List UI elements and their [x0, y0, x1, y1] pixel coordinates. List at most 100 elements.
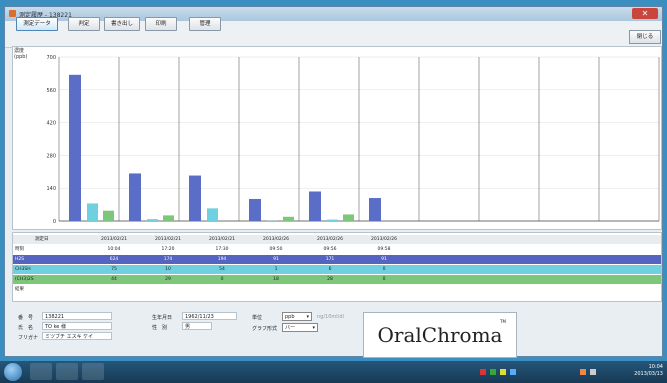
table-cell: 10:04	[107, 247, 121, 252]
table-cell: 54	[219, 267, 225, 272]
table-row[interactable]: (CH3)2S 44 29 0 18 28 0	[13, 275, 661, 284]
tab-export[interactable]: 書き出し	[104, 17, 140, 31]
bar-chart: 0 140 280 420 560 700	[46, 55, 660, 225]
graph-type-select[interactable]: バー ▾	[282, 323, 318, 332]
graph-type-label: グラフ形式	[252, 326, 278, 332]
table-row[interactable]: CH3SH 75 10 54 1 6 0	[13, 265, 661, 274]
kana-field[interactable]: ミツブチ エスキ ケイ	[42, 332, 112, 340]
table-cell: 91	[273, 257, 279, 262]
table-header-label: 測定日	[35, 237, 49, 242]
table-cell	[89, 285, 139, 294]
logo-text: OralChroma	[377, 323, 503, 347]
taskbar-clock[interactable]: 10:04 2013/03/13	[634, 364, 663, 378]
birth-field[interactable]: 1962/11/23	[182, 312, 237, 320]
table-cell: 0	[220, 277, 224, 282]
table-row-label: 結果	[15, 287, 24, 292]
tray-icon[interactable]	[500, 369, 506, 375]
chevron-down-icon: ▾	[306, 314, 309, 320]
name-field[interactable]: TO ke 様	[42, 322, 112, 330]
taskbar-folder-icon[interactable]	[82, 363, 104, 380]
table-date-cell[interactable]: 2013/02/21	[143, 235, 193, 244]
bar	[69, 74, 81, 221]
table-cell: 6	[328, 267, 332, 272]
app-icon	[9, 10, 16, 17]
table-row-label: H2S	[15, 257, 25, 262]
tab-judgment[interactable]: 判定	[68, 17, 100, 31]
table-cell	[251, 285, 301, 294]
patient-info: 番 号 138221 氏 名 TO ke 様 フリガナ ミツブチ エスキ ケイ …	[12, 308, 660, 356]
unit-alt-label: ng/10ml/dl	[317, 314, 344, 320]
name-label: 氏 名	[18, 325, 34, 331]
table-cell: 09:56	[323, 247, 337, 252]
tray-icon[interactable]	[580, 369, 586, 375]
table-date-cell[interactable]: 2013/02/21	[89, 235, 139, 244]
table-row-label: (CH3)2S	[15, 277, 34, 282]
chart-panel: 0 140 280 420 560 700	[12, 46, 662, 230]
table-date-cell[interactable]: 2013/02/26	[305, 235, 355, 244]
table-cell: 624	[109, 257, 119, 262]
table-cell: 1	[274, 267, 278, 272]
table-date-cell[interactable]: 2013/02/21	[197, 235, 247, 244]
graph-type-value: バー	[285, 325, 296, 331]
table-cell: 0	[382, 277, 386, 282]
table-row[interactable]: 結果	[13, 285, 661, 294]
tray-icon[interactable]	[510, 369, 516, 375]
bar	[103, 210, 114, 221]
measurement-table: 測定日 2013/02/21 2013/02/21 2013/02/21 2013/0…	[12, 232, 662, 302]
unit-select[interactable]: ppb ▾	[282, 312, 312, 321]
tab-print[interactable]: 印刷	[145, 17, 177, 31]
bar	[369, 198, 381, 221]
table-row[interactable]: 時刻 10:04 17:20 17:30 09:50 09:56 09:58	[13, 245, 661, 254]
sex-field[interactable]: 男	[182, 322, 212, 330]
table-cell: 10	[165, 267, 171, 272]
table-cell: 174	[163, 257, 173, 262]
close-button[interactable]: 閉じる	[629, 30, 661, 44]
y-tick-label: 140	[46, 186, 56, 192]
bar	[163, 215, 174, 221]
table-row[interactable]: H2S 624 174 194 91 171 91	[13, 255, 661, 264]
table-date-cell[interactable]: 2013/02/26	[251, 235, 301, 244]
y-tick-label: 0	[53, 219, 56, 225]
tab-measurement-data[interactable]: 測定データ	[16, 17, 58, 31]
table-cell: 17:20	[161, 247, 175, 252]
table-header-row: 測定日 2013/02/21 2013/02/21 2013/02/21 2013/0…	[13, 235, 661, 244]
table-cell	[143, 285, 193, 294]
table-row-label: CH3SH	[15, 267, 31, 272]
table-cell: 18	[273, 277, 279, 282]
table-cell: 09:50	[269, 247, 283, 252]
tab-manage[interactable]: 管理	[189, 17, 221, 31]
table-cell: 75	[111, 267, 117, 272]
bar	[189, 175, 201, 221]
bar	[129, 173, 141, 221]
start-button[interactable]	[4, 363, 22, 381]
taskbar-app-icon[interactable]	[30, 363, 52, 380]
trademark-mark: TM	[500, 319, 506, 324]
bar	[283, 216, 294, 221]
table-cell: 91	[381, 257, 387, 262]
y-tick-label: 700	[46, 55, 56, 61]
bar	[87, 203, 98, 221]
id-field[interactable]: 138221	[42, 312, 112, 320]
unit-label: 単位	[252, 315, 263, 321]
tray-icon[interactable]	[480, 369, 486, 375]
table-cell	[197, 285, 247, 294]
table-cell: 29	[165, 277, 171, 282]
unit-value: ppb	[285, 314, 295, 320]
bar	[327, 219, 338, 221]
window-close-button[interactable]: ✕	[632, 8, 658, 19]
tray-icon[interactable]	[590, 369, 596, 375]
table-cell: 09:58	[377, 247, 391, 252]
y-tick-label: 560	[46, 88, 56, 94]
tray-icon[interactable]	[490, 369, 496, 375]
clock-date: 2013/03/13	[634, 371, 663, 377]
taskbar-app-icon[interactable]	[56, 363, 78, 380]
bar	[207, 208, 218, 221]
table-cell	[359, 285, 409, 294]
chevron-down-icon: ▾	[312, 325, 315, 331]
kana-label: フリガナ	[18, 335, 39, 341]
table-cell	[305, 285, 355, 294]
table-cell: 17:30	[215, 247, 229, 252]
id-label: 番 号	[18, 315, 34, 321]
table-date-cell[interactable]: 2013/02/26	[359, 235, 409, 244]
bar	[343, 214, 354, 221]
